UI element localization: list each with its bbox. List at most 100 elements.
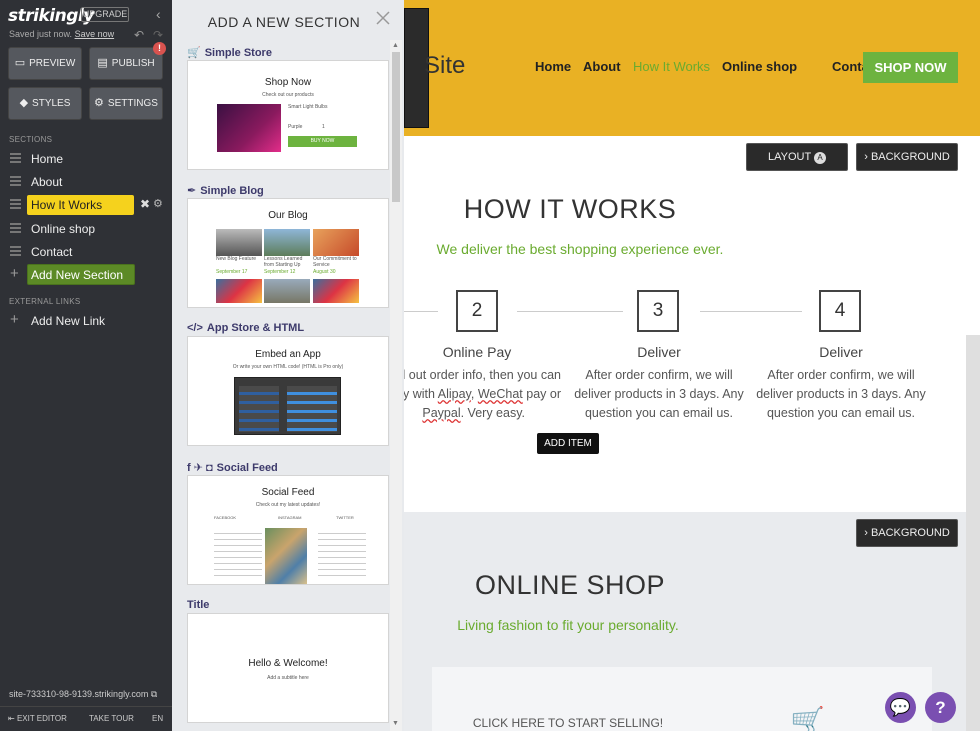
drag-handle-icon[interactable] [10,153,21,163]
paint-bucket-icon: ◆ [19,97,29,109]
sidebar-item-about[interactable]: About [0,171,172,193]
chat-icon[interactable]: 💬 [885,692,916,723]
product-variant: Purple [288,124,303,130]
blog-thumb [264,279,310,303]
step-title[interactable]: Deliver [751,344,931,360]
simple-blog-card[interactable]: Our Blog New Blog Feature Lessons Learne… [187,198,389,308]
social-feed-card[interactable]: Social Feed Check out my latest updates!… [187,475,389,585]
simple-store-heading: 🛒 Simple Store [187,46,272,59]
blog-post-date: August 30 [313,269,336,275]
preview-button[interactable]: ▭ PREVIEW [8,47,82,80]
blog-thumb [216,279,262,303]
sidebar-item-home[interactable]: Home [0,148,172,170]
add-new-section-button[interactable]: + Add New Section [0,264,172,286]
background-button[interactable]: › BACKGROUND [856,519,958,547]
drag-handle-icon[interactable] [10,246,21,256]
blog-post-date: September 12 [264,269,296,275]
simple-store-card[interactable]: Shop Now Check out our products Smart Li… [187,60,389,170]
drag-handle-icon[interactable] [10,223,21,233]
language-selector[interactable]: EN [152,714,163,723]
desc-part: pay or [522,387,561,401]
desc-part: , [470,387,478,401]
sidebar-item-label: Contact [31,245,73,259]
page-scrollbar[interactable] [966,335,980,731]
background-button[interactable]: › BACKGROUND [856,143,958,171]
section-type-label: App Store & HTML [206,322,305,334]
publish-warning-badge: ! [153,42,166,55]
styles-button[interactable]: ◆ STYLES [8,87,82,120]
panel-scrollbar-thumb[interactable] [392,52,400,202]
cart-icon: 🛒 [790,706,825,731]
card-title: Hello & Welcome! [248,658,328,669]
add-section-label: Add New Section [31,268,124,282]
undo-icon[interactable]: ↶ [134,28,144,42]
step-number[interactable]: 3 [637,290,679,332]
step-description[interactable]: After order confirm, we will deliver pro… [751,366,931,423]
take-tour-button[interactable]: TAKE TOUR [89,714,134,723]
sidebar-item-online-shop[interactable]: Online shop [0,218,172,240]
title-card[interactable]: Hello & Welcome! Add a subtitle here [187,613,389,723]
step-title[interactable]: Online Pay [404,344,567,360]
upgrade-button[interactable]: UPGRADE [81,7,129,22]
publish-button[interactable]: ▤ PUBLISH [89,47,163,80]
simple-blog-heading: ✒ Simple Blog [187,184,264,197]
plus-icon: + [10,311,19,328]
drag-handle-icon[interactable] [10,176,21,186]
step-desc-line: ay with Alipay, WeChat pay or [404,385,561,404]
step-desc-line: ll out order info, then you can [404,368,561,382]
feed-tab: INSTAGRAM [278,515,302,520]
exit-editor-button[interactable]: ⇤ EXIT EDITOR [8,714,67,723]
blog-post-title: Our Commitment to Service [313,256,357,268]
step-number[interactable]: 2 [456,290,498,332]
shop-title-text: ONLINE SHOP [474,570,666,600]
step-desc-line: deliver products in 3 days. Any [756,387,926,401]
sidebar-item-contact[interactable]: Contact [0,241,172,263]
nav-about[interactable]: About [583,59,621,74]
panel-title: ADD A NEW SECTION [207,14,361,30]
styles-label: STYLES [32,98,71,109]
step-description[interactable]: After order confirm, we will deliver pro… [569,366,749,423]
drag-handle-icon[interactable] [10,199,21,209]
shop-now-button[interactable]: SHOP NOW [863,52,958,83]
alipay-text: Alipay [437,387,471,401]
redo-icon[interactable]: ↷ [153,28,163,42]
close-icon[interactable] [375,10,391,26]
site-name[interactable]: Site [424,52,465,80]
wechat-text: WeChat [477,387,523,401]
nav-home[interactable]: Home [535,59,571,74]
sidebar-item-how-it-works[interactable]: How It Works ✖ ⚙ [0,194,172,216]
card-subtitle: Check out our products [262,92,314,98]
blog-post-date: September 17 [216,269,248,275]
step-connector [700,311,802,312]
shop-sub-text: Living fashion to fit your personality. [457,617,679,633]
save-now-link[interactable]: Save now [75,29,115,39]
step-number[interactable]: 4 [819,290,861,332]
app-store-card[interactable]: Embed an App Or write your own HTML code… [187,336,389,446]
saved-text: Saved just now. [9,29,73,39]
collapse-sidebar-icon[interactable]: ‹ [156,6,161,22]
blog-thumb [264,229,310,256]
nav-how-it-works[interactable]: How It Works [633,59,710,74]
add-new-link-button[interactable]: + Add New Link [0,310,172,332]
exit-icon: ⇤ [8,714,15,723]
desc-part: ay with [404,387,435,401]
step-title[interactable]: Deliver [569,344,749,360]
delete-section-icon[interactable]: ✖ [140,197,150,211]
settings-button[interactable]: ⚙ SETTINGS [89,87,163,120]
add-item-button[interactable]: ADD ITEM [537,433,599,454]
blog-post-title: New Blog Feature [216,256,257,262]
section-settings-icon[interactable]: ⚙ [153,197,163,210]
scroll-up-icon[interactable]: ▲ [392,42,399,49]
nav-online-shop[interactable]: Online shop [722,59,797,74]
layout-button[interactable]: LAYOUT A [746,143,848,171]
step-description[interactable]: ll out order info, then you can ay with … [404,366,561,423]
section-type-label: Simple Store [204,47,272,59]
app-store-heading: </> App Store & HTML [187,322,304,334]
blog-thumb [216,229,262,256]
site-url-link[interactable]: site-733310-98-9139.strikingly.com ⧉ [9,689,157,700]
product-image [217,104,281,152]
feed-column [214,528,262,578]
scroll-down-icon[interactable]: ▼ [392,720,399,727]
paypal-text: Paypal [422,406,461,420]
help-icon[interactable]: ? [925,692,956,723]
